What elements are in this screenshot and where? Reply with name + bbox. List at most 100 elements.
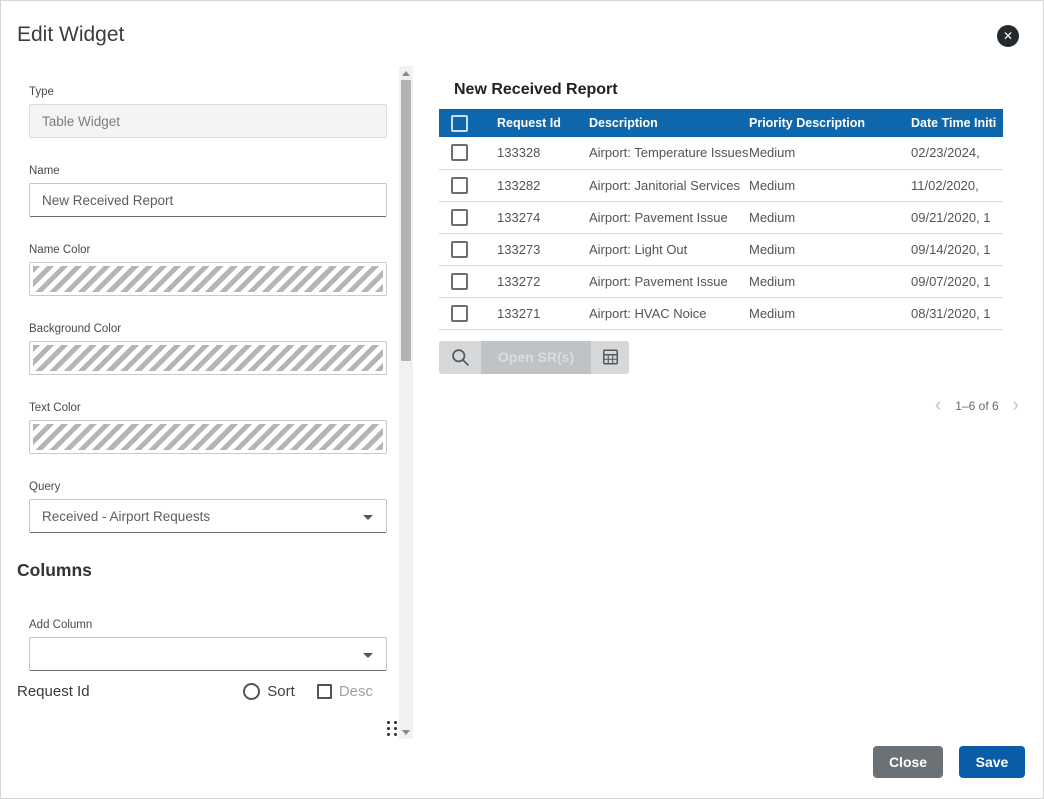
cell-priority: Medium — [737, 201, 875, 233]
cell-date: 09/07/2020, 1 — [875, 265, 1003, 297]
cell-description: Airport: Light Out — [577, 233, 737, 265]
column-header-description[interactable]: Description — [577, 109, 737, 137]
scrollbar-thumb[interactable] — [401, 80, 411, 361]
cell-request-id: 133273 — [485, 233, 577, 265]
table-action-toolbar: Open SR(s) — [439, 341, 629, 374]
table-row: 133274 Airport: Pavement Issue Medium 09… — [439, 201, 1003, 233]
next-page-icon[interactable]: › — [1013, 396, 1019, 415]
dialog-title: Edit Widget — [17, 23, 124, 47]
desc-checkbox[interactable]: Desc — [317, 683, 373, 700]
widget-preview: New Received Report Request Id Descripti… — [439, 81, 1003, 374]
cell-description: Airport: Pavement Issue — [577, 201, 737, 233]
save-button[interactable]: Save — [959, 746, 1025, 778]
row-checkbox[interactable] — [451, 177, 468, 194]
name-color-field: Name Color — [29, 244, 387, 296]
add-column-label: Add Column — [29, 619, 387, 631]
pagination: ‹ 1–6 of 6 › — [935, 396, 1019, 415]
close-button[interactable]: Close — [873, 746, 943, 778]
cell-request-id: 133282 — [485, 169, 577, 201]
type-label: Type — [29, 86, 387, 98]
table-grid-icon — [601, 348, 620, 366]
radio-icon — [243, 683, 260, 700]
previous-page-icon[interactable]: ‹ — [935, 396, 941, 415]
column-settings-button[interactable] — [591, 341, 629, 374]
text-color-picker[interactable] — [29, 420, 387, 454]
name-color-picker[interactable] — [29, 262, 387, 296]
close-icon[interactable]: ✕ — [997, 25, 1019, 47]
desc-label: Desc — [339, 683, 373, 700]
panel-scrollbar — [399, 66, 413, 739]
add-column-select[interactable] — [29, 637, 387, 671]
cell-request-id: 133271 — [485, 297, 577, 329]
name-input[interactable]: New Received Report — [29, 183, 387, 217]
row-checkbox[interactable] — [451, 241, 468, 258]
checkbox-icon — [317, 684, 332, 699]
cell-date: 02/23/2024, — [875, 137, 1003, 169]
type-field: Type Table Widget — [29, 86, 387, 138]
stripe-pattern — [33, 266, 383, 292]
row-checkbox[interactable] — [451, 273, 468, 290]
cell-priority: Medium — [737, 169, 875, 201]
query-field: Query Received - Airport Requests — [29, 481, 387, 533]
query-select[interactable]: Received - Airport Requests — [29, 499, 387, 533]
open-srs-button[interactable]: Open SR(s) — [481, 341, 591, 374]
table-row: 133328 Airport: Temperature Issues Mediu… — [439, 137, 1003, 169]
table-row: 133272 Airport: Pavement Issue Medium 09… — [439, 265, 1003, 297]
cell-priority: Medium — [737, 137, 875, 169]
column-header-request-id[interactable]: Request Id — [485, 109, 577, 137]
table-header-row: Request Id Description Priority Descript… — [439, 109, 1003, 137]
row-checkbox[interactable] — [451, 209, 468, 226]
cell-description: Airport: Temperature Issues — [577, 137, 737, 169]
cell-priority: Medium — [737, 233, 875, 265]
select-all-checkbox[interactable] — [451, 115, 468, 132]
stripe-pattern — [33, 345, 383, 371]
name-color-label: Name Color — [29, 244, 387, 256]
stripe-pattern — [33, 424, 383, 450]
background-color-field: Background Color — [29, 323, 387, 375]
sort-radio[interactable]: Sort — [243, 683, 295, 700]
name-field: Name New Received Report — [29, 165, 387, 217]
column-name: Request Id — [17, 683, 90, 700]
triangle-down-icon — [402, 730, 410, 735]
preview-table-container: Request Id Description Priority Descript… — [439, 109, 1003, 330]
row-checkbox[interactable] — [451, 305, 468, 322]
cell-date: 08/31/2020, 1 — [875, 297, 1003, 329]
search-button[interactable] — [439, 341, 481, 374]
background-color-picker[interactable] — [29, 341, 387, 375]
triangle-up-icon — [402, 71, 410, 76]
name-label: Name — [29, 165, 387, 177]
background-color-label: Background Color — [29, 323, 387, 335]
cell-date: 11/02/2020, — [875, 169, 1003, 201]
drag-handle-icon[interactable] — [387, 721, 399, 737]
sort-label: Sort — [267, 683, 295, 700]
cell-request-id: 133328 — [485, 137, 577, 169]
cell-request-id: 133274 — [485, 201, 577, 233]
cell-date: 09/14/2020, 1 — [875, 233, 1003, 265]
chevron-down-icon — [363, 653, 373, 658]
columns-section-heading: Columns — [17, 560, 387, 581]
cell-description: Airport: HVAC Noice — [577, 297, 737, 329]
column-header-date[interactable]: Date Time Initi — [875, 109, 1003, 137]
type-input: Table Widget — [29, 104, 387, 138]
text-color-field: Text Color — [29, 402, 387, 454]
cell-date: 09/21/2020, 1 — [875, 201, 1003, 233]
close-x-glyph: ✕ — [1003, 30, 1013, 42]
scroll-up-button[interactable] — [399, 66, 413, 80]
query-selected-value: Received - Airport Requests — [42, 509, 210, 524]
chevron-down-icon — [363, 515, 373, 520]
preview-table: Request Id Description Priority Descript… — [439, 109, 1003, 330]
column-header-priority[interactable]: Priority Description — [737, 109, 875, 137]
table-row: 133273 Airport: Light Out Medium 09/14/2… — [439, 233, 1003, 265]
cell-request-id: 133272 — [485, 265, 577, 297]
row-checkbox[interactable] — [451, 144, 468, 161]
table-row: 133271 Airport: HVAC Noice Medium 08/31/… — [439, 297, 1003, 329]
cell-description: Airport: Pavement Issue — [577, 265, 737, 297]
scroll-down-button[interactable] — [399, 725, 413, 739]
text-color-label: Text Color — [29, 402, 387, 414]
search-icon — [450, 347, 471, 368]
pagination-range: 1–6 of 6 — [955, 399, 998, 413]
query-label: Query — [29, 481, 387, 493]
preview-widget-title: New Received Report — [454, 81, 1003, 99]
table-row: 133282 Airport: Janitorial Services Medi… — [439, 169, 1003, 201]
cell-priority: Medium — [737, 265, 875, 297]
